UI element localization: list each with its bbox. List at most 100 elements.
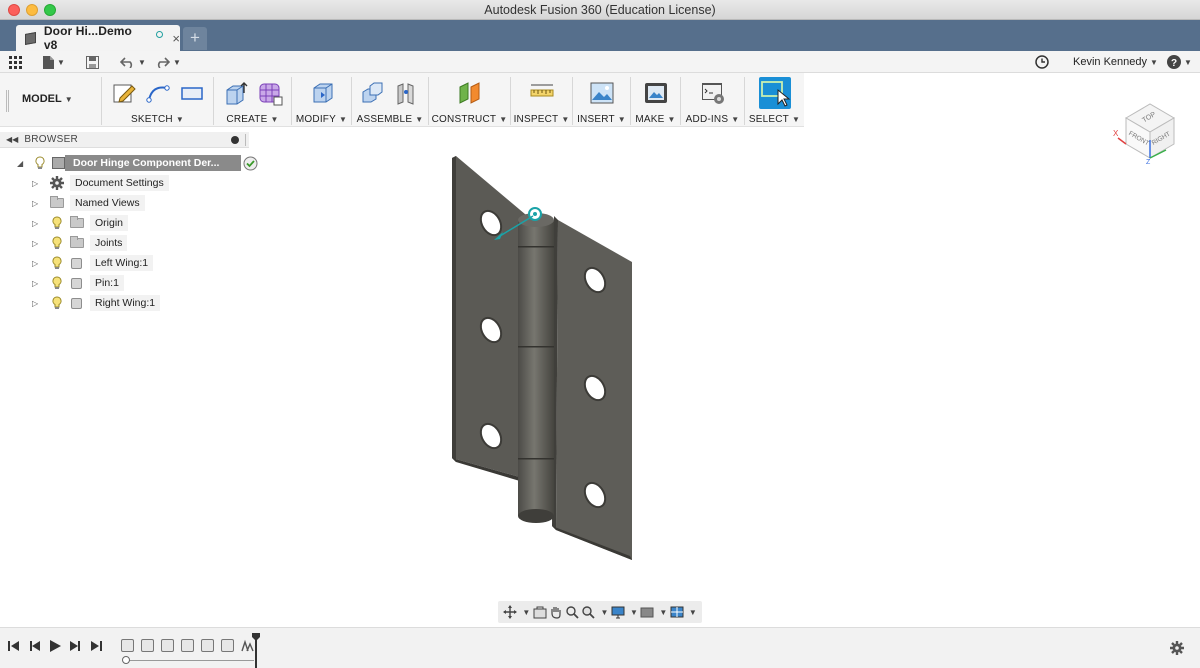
toolbar-menu-make[interactable]: MAKE ▼ [631,114,680,125]
browser-item-left-wing[interactable]: ▷ Left Wing:1 [32,254,154,272]
file-menu-button[interactable]: ▼ [43,54,65,70]
help-menu-button[interactable]: ? ▼ [1167,54,1192,70]
browser-item-origin[interactable]: ▷ Origin [32,214,129,232]
document-tab[interactable]: Door Hi...Demo v8 × [16,24,180,52]
right-wing-body[interactable] [552,216,632,560]
chevron-down-icon[interactable]: ▼ [522,608,530,617]
maximize-window-button[interactable] [44,4,56,16]
timeline-feature[interactable] [141,639,154,652]
visibility-bulb-icon[interactable] [52,256,62,270]
press-pull-icon[interactable] [309,80,335,106]
new-tab-button[interactable]: + [183,27,207,50]
chevron-down-icon[interactable]: ▼ [689,608,697,617]
new-component-icon[interactable] [360,80,386,106]
minimize-window-button[interactable] [26,4,38,16]
timeline-feature[interactable] [221,639,234,652]
fit-zoom-icon[interactable] [581,605,595,619]
browser-options-icon[interactable] [231,135,239,144]
3d-print-icon[interactable] [643,80,669,106]
visibility-bulb-icon[interactable] [52,236,62,250]
play-icon[interactable] [48,639,62,653]
expand-triangle-icon[interactable]: ▷ [32,219,42,228]
grid-snap-icon[interactable] [640,605,654,619]
zoom-icon[interactable] [565,605,579,619]
visibility-bulb-icon[interactable] [52,296,62,310]
insert-image-icon[interactable] [589,80,615,106]
window-title: Autodesk Fusion 360 (Education License) [484,3,716,17]
user-account-menu[interactable]: Kevin Kennedy ▼ [1073,54,1158,70]
close-tab-button[interactable]: × [172,31,180,46]
viewports-icon[interactable] [670,605,684,619]
chevron-down-icon[interactable]: ▼ [630,608,638,617]
chevron-down-icon: ▼ [338,115,348,124]
timeline-feature[interactable] [121,639,134,652]
redo-button[interactable]: ▼ [155,54,181,70]
component-icon [52,157,65,169]
toolbar-menu-inspect[interactable]: INSPECT ▼ [511,114,572,125]
timeline-settings-gear-icon[interactable] [1170,641,1184,655]
create-sketch-icon[interactable] [111,80,137,106]
scripts-icon[interactable] [700,80,726,106]
toolbar-menu-select[interactable]: SELECT ▼ [745,114,804,125]
toolbar-menu-construct[interactable]: CONSTRUCT ▼ [429,114,510,125]
look-at-icon[interactable] [533,605,547,619]
chevron-down-icon[interactable]: ▼ [659,608,667,617]
browser-item-joints[interactable]: ▷ Joints [32,234,128,252]
measure-icon[interactable] [529,80,555,106]
close-window-button[interactable] [8,4,20,16]
visibility-bulb-icon[interactable] [52,216,62,230]
expand-triangle-icon[interactable]: ▷ [32,179,42,188]
browser-item-right-wing[interactable]: ▷ Right Wing:1 [32,294,161,312]
browser-item-pin[interactable]: ▷ Pin:1 [32,274,124,292]
chevron-down-icon[interactable]: ▼ [601,608,609,617]
data-panel-button[interactable] [9,54,22,70]
undo-button[interactable]: ▼ [120,54,146,70]
form-icon[interactable] [257,80,283,106]
collapse-triangle-icon[interactable]: ◢ [17,159,27,168]
toolbar-menu-insert[interactable]: INSERT ▼ [573,114,630,125]
pan-hand-icon[interactable] [549,605,563,619]
toolbar-menu-assemble[interactable]: ASSEMBLE ▼ [352,114,428,125]
timeline-marker[interactable] [252,633,260,668]
visibility-bulb-icon[interactable] [35,156,45,170]
timeline-feature[interactable] [201,639,214,652]
browser-item-document-settings[interactable]: ▷ Document Settings [32,174,169,192]
viewcube[interactable]: TOP FRONT RIGHT X Z [1110,96,1190,166]
toolbar-menu-create[interactable]: CREATE ▼ [214,114,291,125]
select-icon[interactable] [758,77,791,109]
visibility-bulb-icon[interactable] [52,276,62,290]
expand-triangle-icon[interactable]: ▷ [32,259,42,268]
timeline-feature[interactable] [161,639,174,652]
save-button[interactable] [86,54,99,70]
toolbar-menu-add-ins[interactable]: ADD-INS ▼ [681,114,744,125]
browser-root-row[interactable]: ◢ Door Hinge Component Der... [17,154,258,172]
step-back-icon[interactable] [28,639,42,653]
toolbar-menu-sketch[interactable]: SKETCH ▼ [102,114,213,125]
offset-plane-icon[interactable] [457,80,483,106]
orbit-icon[interactable] [503,605,518,619]
arc-icon[interactable] [145,80,171,106]
workspace-switcher[interactable]: MODEL ▼ [22,93,73,105]
rectangle-icon[interactable] [179,80,205,106]
collapse-browser-icon[interactable]: ◀◀ [6,135,18,144]
job-status-button[interactable] [1035,54,1049,70]
step-forward-icon[interactable] [68,639,82,653]
extrude-icon[interactable] [223,80,249,106]
toolbar-grip[interactable] [6,90,9,112]
timeline-feature[interactable] [181,639,194,652]
go-to-start-icon[interactable] [7,639,21,653]
browser-item-named-views[interactable]: ▷ Named Views [32,194,145,212]
expand-triangle-icon[interactable]: ▷ [32,279,42,288]
expand-triangle-icon[interactable]: ▷ [32,239,42,248]
toolbar-group-inspect: INSPECT ▼ [510,77,572,125]
hinge-model-viewport[interactable] [440,150,650,570]
toolbar-menu-modify[interactable]: MODIFY ▼ [292,114,351,125]
expand-triangle-icon[interactable]: ▷ [32,299,42,308]
toolbar-group-create: CREATE ▼ [213,77,291,125]
display-settings-icon[interactable] [611,605,625,619]
expand-triangle-icon[interactable]: ▷ [32,199,42,208]
go-to-end-icon[interactable] [89,639,103,653]
active-component-check-icon[interactable] [243,156,258,171]
joint-icon[interactable] [394,80,420,106]
timeline-start-handle[interactable] [122,656,130,664]
